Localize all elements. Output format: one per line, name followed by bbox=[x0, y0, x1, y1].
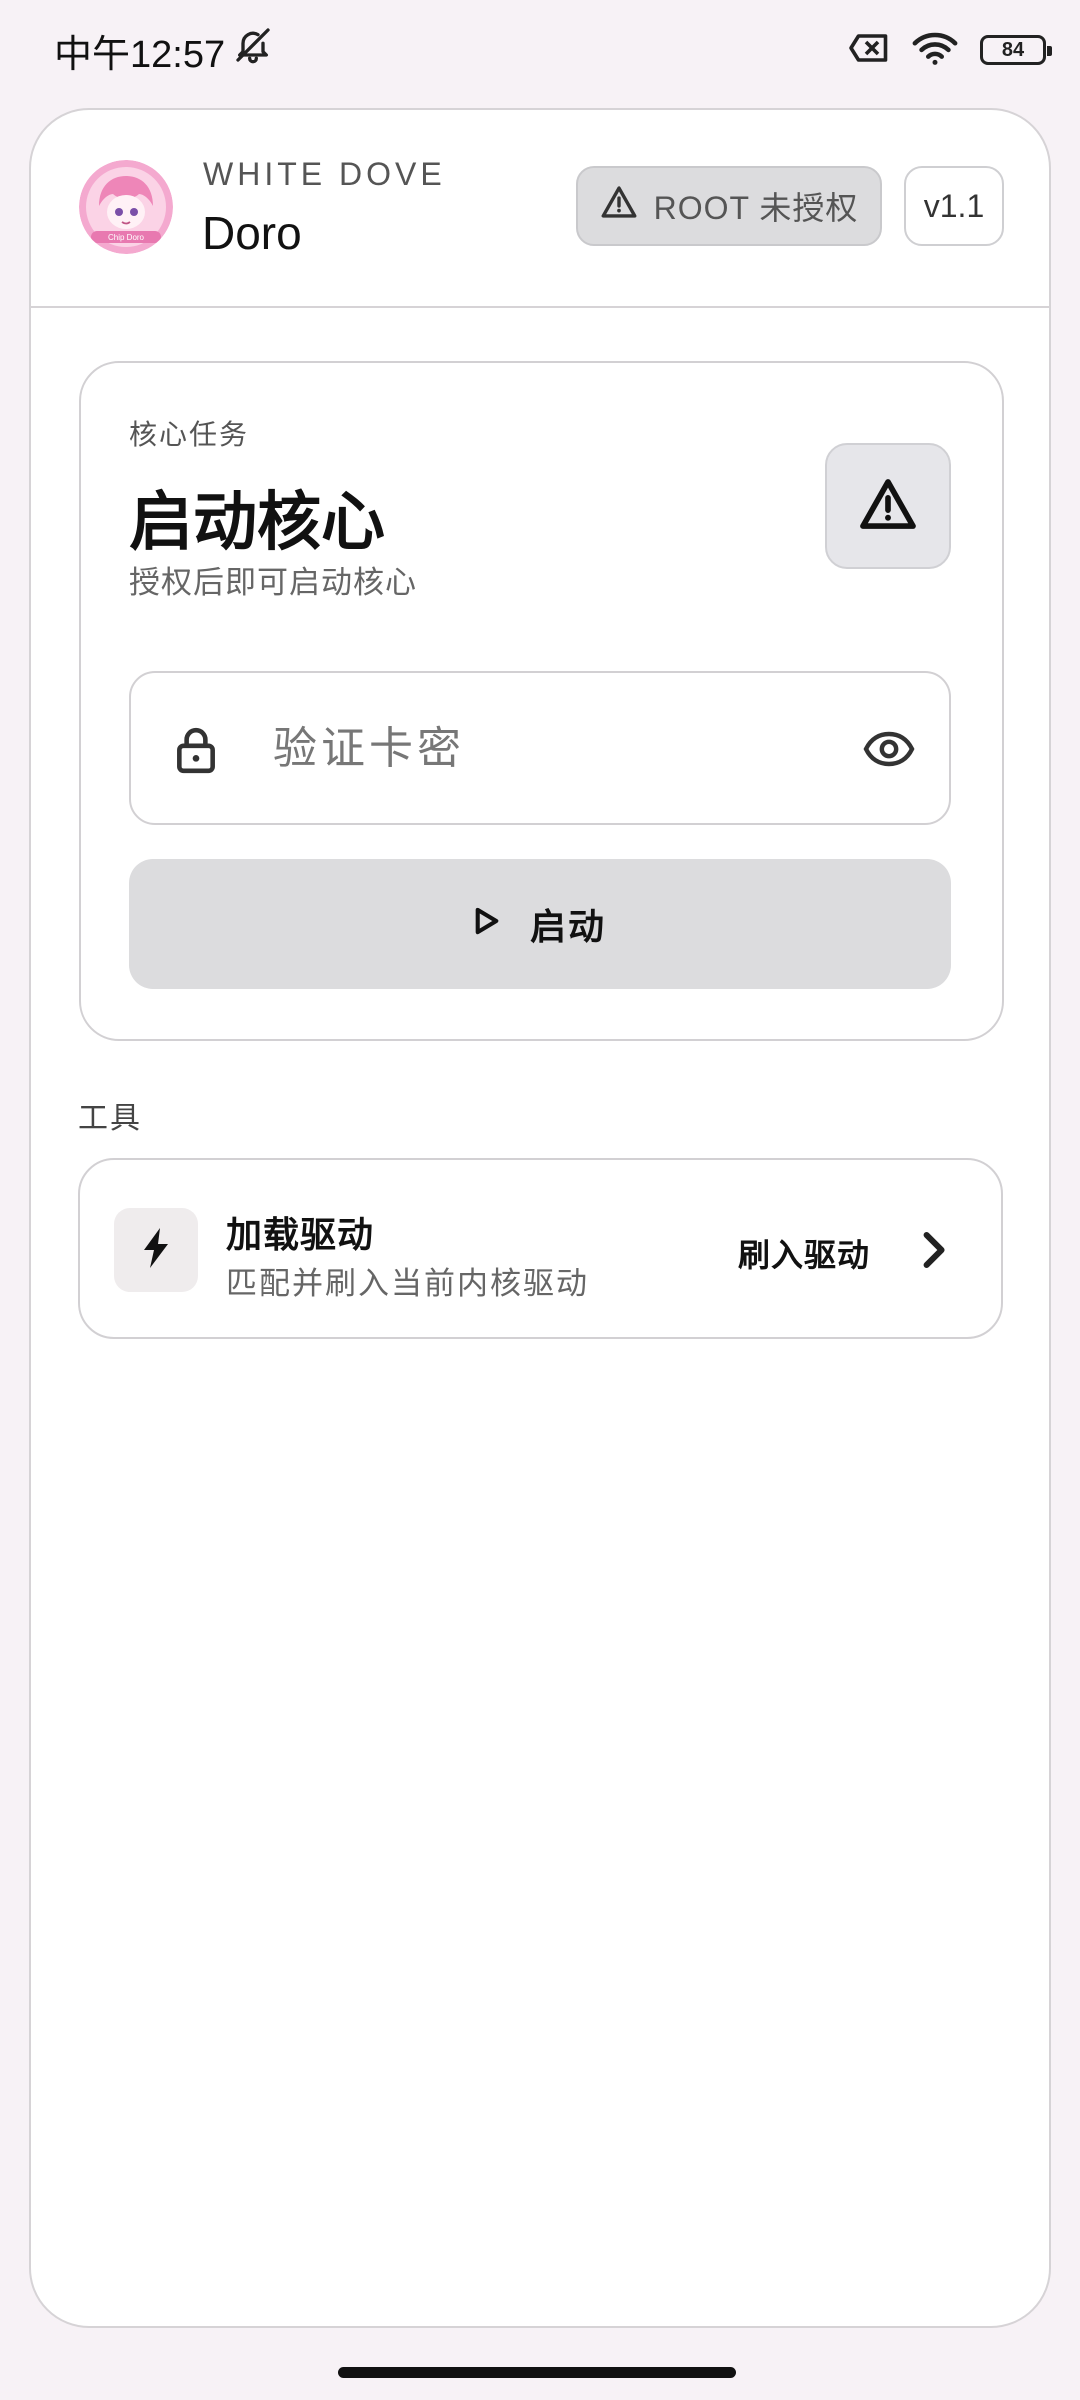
version-badge[interactable]: v1.1 bbox=[904, 166, 1004, 246]
task-label: 核心任务 bbox=[129, 419, 250, 450]
status-bar: 中午12:57 84 bbox=[0, 0, 1080, 100]
root-status-badge[interactable]: ROOT 未授权 bbox=[576, 166, 882, 246]
avatar-caption: Chip Doro bbox=[108, 233, 145, 242]
chevron-right-icon[interactable] bbox=[918, 1228, 948, 1277]
brand-subtitle: WHITE DOVE bbox=[203, 156, 446, 192]
play-icon bbox=[474, 903, 500, 945]
bell-off-icon bbox=[233, 25, 273, 75]
card-key-field[interactable] bbox=[129, 671, 951, 825]
status-right: 84 bbox=[848, 30, 1052, 71]
warning-icon bbox=[600, 185, 638, 227]
battery-icon: 84 bbox=[980, 35, 1052, 65]
flash-driver-button[interactable]: 刷入驱动 bbox=[738, 1230, 870, 1276]
home-indicator[interactable] bbox=[338, 2367, 736, 2378]
wifi-icon bbox=[912, 30, 958, 71]
brand-title: Doro bbox=[202, 207, 302, 259]
task-title: 启动核心 bbox=[129, 486, 385, 558]
lightning-icon bbox=[141, 1227, 171, 1273]
card-key-input[interactable] bbox=[273, 711, 833, 787]
start-button-label: 启动 bbox=[529, 906, 606, 947]
tool-item-load-driver[interactable]: 加载驱动 匹配并刷入当前内核驱动 刷入驱动 bbox=[78, 1158, 1003, 1339]
task-description: 授权后即可启动核心 bbox=[129, 565, 417, 600]
tools-section-title: 工具 bbox=[78, 1102, 142, 1135]
warning-icon bbox=[858, 477, 918, 536]
core-task-card: 核心任务 启动核心 授权后即可启动核心 验证卡密 启动 bbox=[79, 361, 1004, 1041]
avatar[interactable]: Chip Doro bbox=[79, 160, 173, 254]
app-header: Chip Doro WHITE DOVE Doro ROOT 未授权 v1.1 bbox=[31, 110, 1049, 308]
start-button[interactable]: 启动 bbox=[129, 859, 951, 989]
tool-icon-box bbox=[114, 1208, 198, 1292]
sim-x-icon bbox=[848, 32, 890, 69]
lock-icon bbox=[175, 725, 217, 780]
warning-button[interactable] bbox=[825, 443, 951, 569]
status-left: 中午12:57 bbox=[54, 23, 273, 78]
root-status-label: ROOT 未授权 bbox=[653, 190, 859, 226]
eye-icon[interactable] bbox=[863, 729, 915, 774]
tool-description: 匹配并刷入当前内核驱动 bbox=[226, 1266, 589, 1301]
tool-title: 加载驱动 bbox=[226, 1214, 375, 1255]
battery-level: 84 bbox=[1001, 38, 1025, 61]
status-time: 中午12:57 bbox=[54, 33, 226, 76]
